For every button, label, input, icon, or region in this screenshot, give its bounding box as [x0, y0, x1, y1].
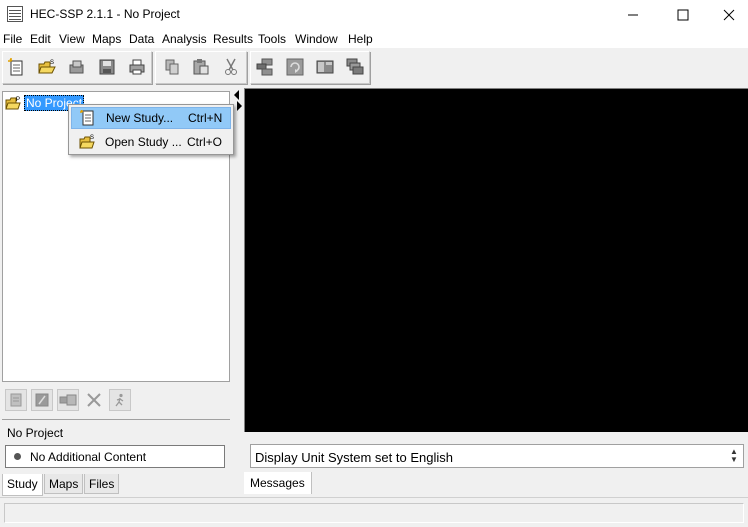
menu-view[interactable]: View	[59, 32, 85, 46]
delete-element-button[interactable]	[83, 389, 105, 411]
move-element-button[interactable]	[57, 389, 79, 411]
properties-content-box: No Additional Content	[5, 445, 225, 468]
menu-tools[interactable]: Tools	[258, 32, 286, 46]
svg-text:P: P	[16, 97, 20, 103]
cut-icon	[225, 58, 237, 75]
save-button[interactable]	[96, 56, 118, 78]
context-menu-label: New Study...	[106, 111, 174, 125]
tile-button[interactable]	[314, 56, 336, 78]
window-title: HEC-SSP 2.1.1 - No Project	[30, 7, 180, 21]
messages-panel: Display Unit System set to English ▲ ▼ M…	[244, 434, 748, 494]
message-scroll[interactable]: ▲ ▼	[726, 446, 742, 466]
message-box[interactable]: Display Unit System set to English ▲ ▼	[250, 444, 744, 468]
menu-maps[interactable]: Maps	[92, 32, 121, 46]
add-element-button[interactable]	[5, 389, 27, 411]
print-icon	[129, 59, 145, 75]
save-icon	[99, 59, 115, 75]
context-menu-open-study[interactable]: S Open Study ... Ctrl+O	[71, 131, 231, 153]
tree-toolbar	[2, 387, 230, 415]
network-button[interactable]	[254, 56, 276, 78]
svg-text:S: S	[90, 135, 94, 141]
menu-results[interactable]: Results	[213, 32, 253, 46]
tab-files[interactable]: Files	[84, 474, 120, 494]
open-existing-icon	[69, 60, 84, 74]
menu-help[interactable]: Help	[348, 32, 373, 46]
edit-element-button[interactable]	[31, 389, 53, 411]
open-study-icon: S	[38, 60, 56, 74]
message-text: Display Unit System set to English	[255, 450, 453, 465]
refresh-icon	[286, 58, 304, 76]
collapse-left-arrow-icon[interactable]	[234, 90, 239, 100]
maximize-button[interactable]	[660, 0, 706, 30]
menu-window[interactable]: Window	[295, 32, 338, 46]
copy-button[interactable]	[161, 56, 183, 78]
tab-study[interactable]: Study	[2, 474, 43, 496]
move-icon	[59, 394, 77, 406]
run-icon	[115, 393, 124, 407]
context-menu-label: Open Study ...	[105, 135, 182, 149]
tile-icon	[316, 60, 334, 74]
properties-content: No Additional Content	[30, 449, 147, 464]
open-study-button[interactable]: S	[36, 56, 58, 78]
edit-icon	[35, 393, 49, 407]
minimize-icon	[628, 14, 638, 16]
bullet-icon	[14, 453, 21, 460]
status-bar	[0, 497, 748, 527]
tab-messages[interactable]: Messages	[244, 472, 312, 494]
close-icon	[723, 9, 735, 21]
paste-icon	[193, 59, 209, 75]
open-folder-icon: S	[79, 135, 95, 149]
menu-analysis[interactable]: Analysis	[162, 32, 207, 46]
add-icon	[10, 393, 22, 407]
toolbar: S	[0, 48, 748, 88]
scroll-down-icon[interactable]: ▼	[730, 456, 738, 464]
cut-button[interactable]	[220, 56, 242, 78]
run-button[interactable]	[109, 389, 131, 411]
properties-panel: No Project No Additional Content	[2, 419, 230, 473]
new-study-icon	[8, 58, 23, 76]
svg-text:S: S	[50, 60, 54, 66]
delete-icon	[87, 393, 101, 407]
refresh-button[interactable]	[284, 56, 306, 78]
context-menu: New Study... Ctrl+N S Open Study ... Ctr…	[68, 104, 234, 155]
expand-right-arrow-icon[interactable]	[237, 101, 242, 111]
copy-icon	[165, 59, 179, 75]
title-bar: HEC-SSP 2.1.1 - No Project	[0, 0, 748, 30]
menu-data[interactable]: Data	[129, 32, 154, 46]
context-menu-new-study[interactable]: New Study... Ctrl+N	[71, 107, 231, 129]
cascade-icon	[346, 58, 364, 75]
menu-edit[interactable]: Edit	[30, 32, 51, 46]
new-study-button[interactable]	[6, 56, 28, 78]
paste-button[interactable]	[190, 56, 212, 78]
context-menu-shortcut: Ctrl+N	[188, 111, 223, 125]
new-document-icon	[80, 110, 94, 126]
network-icon	[256, 58, 273, 76]
minimize-button[interactable]	[610, 0, 656, 30]
tab-maps[interactable]: Maps	[44, 474, 84, 494]
cascade-button[interactable]	[344, 56, 366, 78]
desktop-area[interactable]	[244, 88, 748, 432]
app-icon	[7, 6, 23, 22]
menu-bar: File Edit View Maps Data Analysis Result…	[0, 30, 748, 48]
status-field	[4, 503, 744, 523]
context-menu-shortcut: Ctrl+O	[187, 135, 223, 149]
folder-icon: P	[5, 97, 21, 110]
open-existing-button[interactable]	[66, 56, 88, 78]
properties-title: No Project	[7, 426, 64, 440]
maximize-icon	[677, 9, 689, 21]
close-button[interactable]	[706, 0, 748, 30]
menu-file[interactable]: File	[3, 32, 22, 46]
print-button[interactable]	[126, 56, 148, 78]
